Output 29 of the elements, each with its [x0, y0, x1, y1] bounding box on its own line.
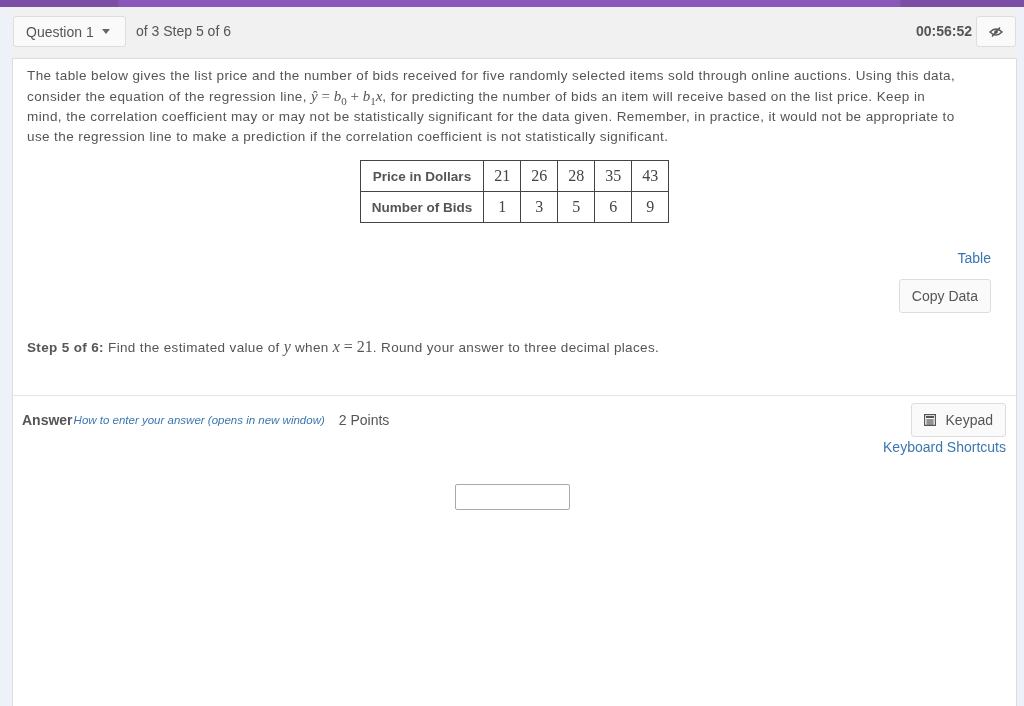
table-cell: 6: [594, 191, 632, 223]
table-cell: 9: [631, 191, 669, 223]
copy-data-button[interactable]: Copy Data: [898, 279, 991, 313]
row-header-cell: Price in Dollars: [360, 160, 484, 192]
table-cell: 28: [557, 160, 595, 192]
calculator-icon: [923, 414, 936, 426]
points-text: 2 Points: [338, 412, 390, 428]
table-cell: 3: [520, 191, 558, 223]
problem-text: The table below gives the list price and the number of bids received for five randomly selected items sold through online auctions. Using this data, consider the equation of the regression line, ŷ = b$_{0}$ + b$_{1}$x, for predicting the number of bids an item will receive based on the list price. Keep in mind, the correlation coefficient may or may not be statistically significant for the data given. Remember, in practice, it would not be appropriate to use the regression line to make a prediction if the correlation coefficient is not statistically significant.: [27, 67, 957, 146]
table-cell: 43: [631, 160, 669, 192]
table-cell: 35: [594, 160, 632, 192]
answer-help-link[interactable]: How to enter your answer (opens in new window): [73, 414, 325, 426]
table-cell: 5: [557, 191, 595, 223]
table-cell: 21: [483, 160, 521, 192]
timer: 00:56:52: [915, 22, 972, 41]
row-header-cell: Number of Bids: [360, 191, 484, 223]
answer-label: Answer: [22, 412, 73, 428]
answer-input-field[interactable]: [454, 484, 570, 510]
table-cell: 26: [520, 160, 558, 192]
eye-slash-icon: [989, 26, 1003, 37]
step-question-text: Step 5 of 6: Find the estimated value of y when x = 21. Round your answer to three decimal places.: [27, 337, 661, 358]
keyboard-shortcuts-link[interactable]: Keyboard Shortcuts: [883, 439, 1006, 455]
question-dropdown[interactable]: Question 1: [13, 16, 126, 47]
table-cell: 1: [483, 191, 521, 223]
caret-icon: [101, 29, 110, 34]
step-progress-text: of 3 Step 5 of 6: [136, 22, 231, 41]
table-link[interactable]: Table: [957, 249, 991, 267]
hide-timer-button[interactable]: [976, 16, 1016, 47]
keypad-button[interactable]: Keypad: [910, 403, 1006, 437]
